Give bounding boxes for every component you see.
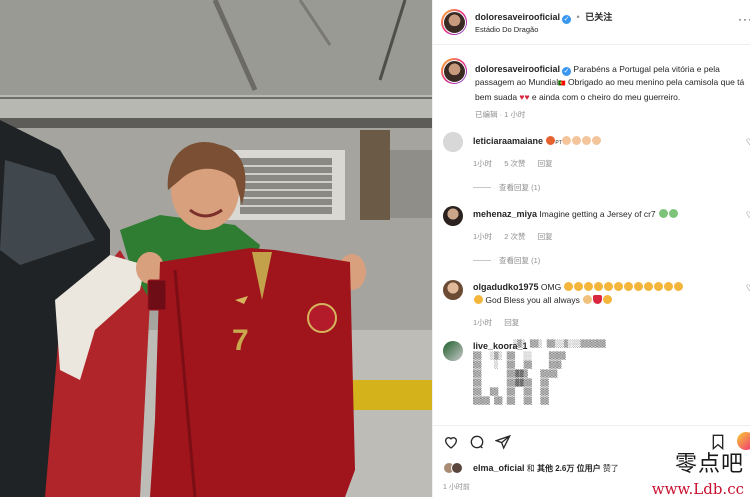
smile-emoji-icon: [602, 295, 612, 304]
hug-emoji-icon: [624, 282, 634, 291]
clap-emoji-icon: [582, 136, 592, 145]
comment-body: leticiaraamaiane PT: [473, 135, 730, 150]
heart-eyes-emoji-icon: [564, 282, 574, 291]
dot-separator: •: [576, 12, 580, 22]
comment-icon[interactable]: [469, 434, 485, 452]
like-heart-icon[interactable]: [443, 434, 459, 452]
more-options-icon[interactable]: ···: [738, 12, 750, 26]
comment-username[interactable]: mehenaz_miya: [473, 209, 537, 219]
likes-suffix: 赞了: [602, 464, 619, 473]
post-header: doloresaveirooficial ✓ • 已关注 Estádio Do D…: [433, 0, 750, 45]
commenter-avatar[interactable]: [443, 132, 463, 152]
post-location[interactable]: Estádio Do Dragão: [475, 25, 538, 34]
heart-emoji-icon: [592, 295, 602, 304]
comment-meta: 1小时 回复: [473, 317, 529, 328]
comment-username[interactable]: leticiaraamaiane: [473, 136, 543, 146]
caption-username[interactable]: doloresaveirooficial: [475, 64, 560, 74]
heart-eyes-emoji-icon: [584, 282, 594, 291]
reply-button[interactable]: 回复: [504, 318, 519, 327]
caption-text-3: e ainda com o cheiro do meu guerreiro.: [529, 92, 681, 102]
comment-likes[interactable]: 2 次赞: [504, 232, 525, 241]
hug-emoji-icon: [674, 282, 684, 291]
caption: doloresaveirooficial ✓ Parabéns a Portuga…: [475, 63, 747, 104]
verified-badge-icon: ✓: [562, 15, 572, 24]
author-username[interactable]: doloresaveirooficial: [475, 12, 560, 22]
comment-like-heart-icon[interactable]: ♡: [746, 283, 750, 294]
watermark-url: www.Ldb.cc: [651, 480, 744, 497]
comment-meta: 1小时 2 次赞 回复: [473, 231, 563, 242]
hug-emoji-icon: [644, 282, 654, 291]
ascii-art-header: ░▒░ ▒▒░ ▒▒░░▒░░░▒▒▒▒▒▒: [513, 340, 606, 348]
view-replies-button[interactable]: 查看回复 (1): [473, 255, 540, 266]
comment-text: OMG: [540, 282, 562, 292]
post-timestamp: 1 小时前: [443, 484, 470, 491]
commenter-avatar[interactable]: [443, 341, 463, 361]
share-icon[interactable]: [494, 434, 511, 452]
pt-flag-icon: PT: [555, 140, 562, 146]
hug-emoji-icon: [664, 282, 674, 291]
reply-button[interactable]: 回复: [538, 159, 553, 168]
comment-time: 1小时: [473, 318, 493, 327]
commenter-avatar[interactable]: [443, 280, 463, 300]
hug-emoji-icon: [634, 282, 644, 291]
heart-eyes-emoji-icon: [594, 282, 604, 291]
ascii-art-block: ▒▒ ░▒░ ▒▒ ░░ ▒▒▒▒ ▒▒ ░ ▒▒ ▒▒ ▒▒▒ ▒▒ ▒▒▓▓…: [473, 352, 566, 405]
crying-emoji-icon: [668, 209, 678, 218]
crying-emoji-icon: [658, 209, 668, 218]
caption-verified-icon: ✓: [562, 67, 572, 76]
post-detail-panel: doloresaveirooficial ✓ • 已关注 Estádio Do D…: [432, 0, 750, 497]
rage-emoji-icon: [545, 136, 555, 145]
liker-avatars: [443, 462, 467, 474]
commenter-avatar[interactable]: [443, 206, 463, 226]
comment-username[interactable]: olgadudko1975: [473, 282, 539, 292]
reply-button[interactable]: 回复: [538, 232, 553, 241]
hug-emoji-icon: [654, 282, 664, 291]
comment-text: Imagine getting a Jersey of cr7: [539, 209, 656, 219]
comment-meta: 1小时 5 次赞 回复: [473, 158, 563, 169]
heart-eyes-emoji-icon: [604, 282, 614, 291]
likes-connector: 和: [526, 464, 535, 473]
comment-text-2: God Bless you all always: [485, 295, 580, 305]
hug-emoji-icon: [473, 295, 483, 304]
pt-flag-icon: 🇵🇹: [558, 81, 566, 87]
view-replies-button[interactable]: 查看回复 (1): [473, 182, 540, 193]
comment-body: mehenaz_miya Imagine getting a Jersey of…: [473, 208, 730, 221]
pray-emoji-icon: [582, 295, 592, 304]
jersey-number: 7: [232, 324, 249, 357]
liker-username[interactable]: elma_oficial: [473, 463, 525, 473]
caption-time: 1 小时: [504, 110, 526, 119]
comment-time: 1小时: [473, 232, 493, 241]
clap-emoji-icon: [562, 136, 572, 145]
follow-status[interactable]: 已关注: [585, 12, 612, 22]
likes-summary[interactable]: elma_oficial 和 其他 2.6万 位用户 赞了: [473, 463, 619, 474]
caption-meta: 已编辑 · 1 小时: [475, 110, 526, 119]
site-watermark: 零点吧 www.Ldb.cc: [624, 446, 744, 497]
red-heart-icon: ♥♥: [519, 92, 530, 102]
post-photo-image: 7: [0, 0, 432, 497]
edited-label: 已编辑: [475, 110, 498, 119]
comment-body: olgadudko1975 OMG God Bless you all alwa…: [473, 281, 730, 307]
watermark-cn: 零点吧: [674, 452, 744, 477]
comment-time: 1小时: [473, 159, 493, 168]
post-photo: 7: [0, 0, 432, 497]
likes-count[interactable]: 其他 2.6万 位用户: [537, 464, 601, 473]
hug-emoji-icon: [614, 282, 624, 291]
comment-likes[interactable]: 5 次赞: [504, 159, 525, 168]
clap-emoji-icon: [592, 136, 602, 145]
author-avatar[interactable]: [441, 9, 467, 35]
comment-like-heart-icon[interactable]: ♡: [746, 137, 750, 148]
caption-avatar[interactable]: [441, 58, 467, 84]
heart-eyes-emoji-icon: [574, 282, 584, 291]
comment-like-heart-icon[interactable]: ♡: [746, 210, 750, 221]
clap-emoji-icon: [572, 136, 582, 145]
